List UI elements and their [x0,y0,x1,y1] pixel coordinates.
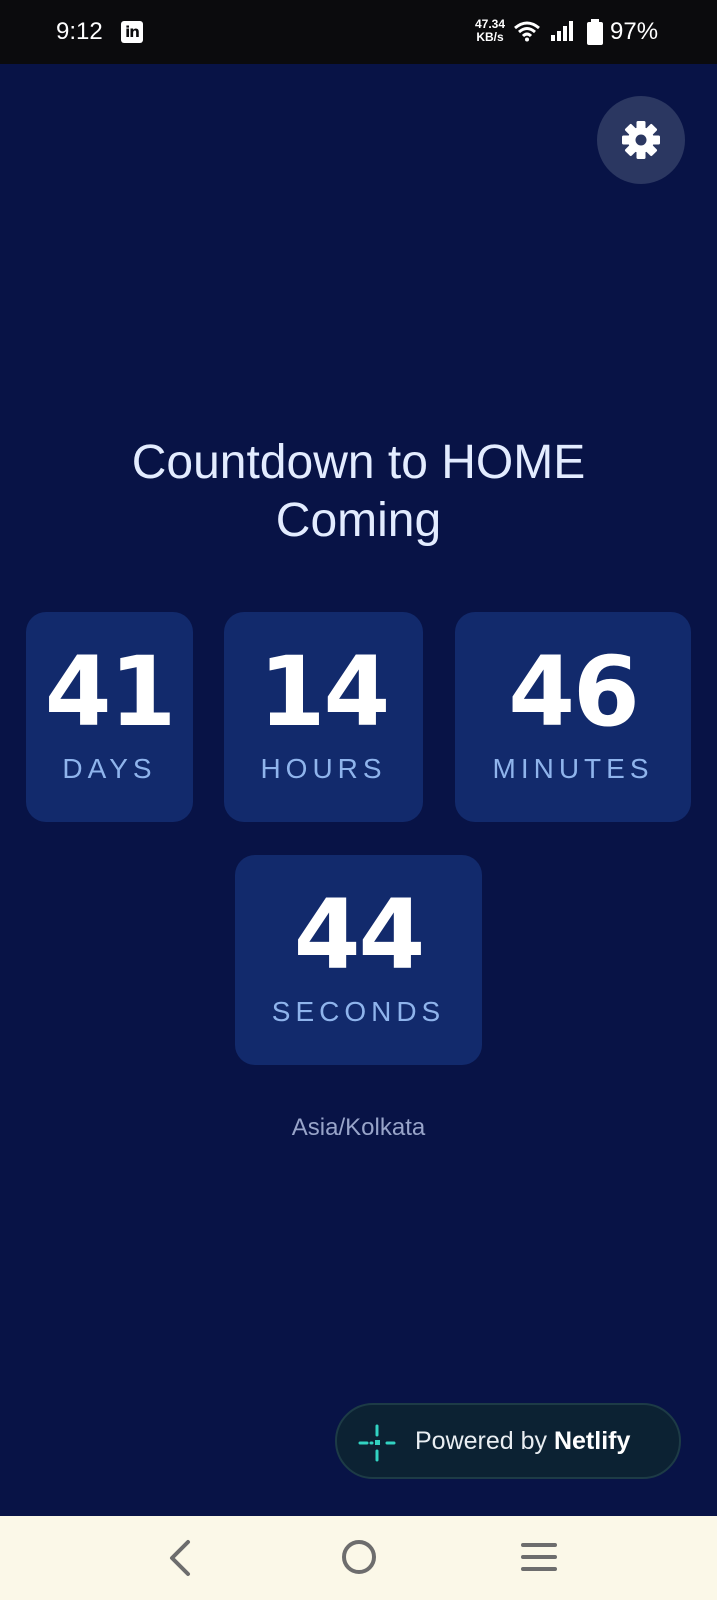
status-bar: 9:12 in 47.34 KB/s 97% [0,0,717,64]
countdown-hours-label: HOURS [260,753,387,784]
settings-button[interactable] [597,96,685,184]
countdown-days-card: 41 DAYS [26,612,193,822]
wifi-icon [514,21,540,42]
netlify-badge-link[interactable]: Powered by Netlify [335,1403,681,1479]
system-nav-bar [0,1516,717,1600]
timezone-label: Asia/Kolkata [291,1114,426,1141]
countdown-days-value: 41 [44,636,177,748]
network-speed-unit: KB/s [476,30,504,44]
page-title-line2: Coming [275,494,442,547]
netlify-badge-prefix: Powered by [415,1427,554,1455]
network-speed: 47.34 KB/s [469,18,511,44]
gear-icon [622,121,660,159]
netlify-badge-brand: Netlify [553,1427,631,1455]
countdown-minutes-value: 46 [508,636,640,748]
countdown-seconds-value: 44 [293,879,426,991]
linkedin-icon: in [121,21,143,43]
countdown-minutes-card: 46 MINUTES [455,612,691,822]
netlify-badge-text: Powered by Netlify [415,1427,630,1456]
netlify-icon [358,1424,396,1462]
countdown-hours-card: 14 HOURS [224,612,423,822]
back-icon[interactable] [166,1536,194,1580]
page-title-line1: Countdown to HOME [131,436,586,489]
battery-icon [587,19,603,45]
countdown-minutes-label: MINUTES [492,753,654,784]
app-screen: 9:12 in 47.34 KB/s 97% Countdown to HOME… [0,0,717,1600]
status-time: 9:12 [56,18,103,45]
page-title: Countdown to HOME Coming [40,434,677,550]
signal-icon [551,21,573,41]
battery-percent: 97% [610,18,659,45]
countdown-hours-value: 14 [258,636,391,748]
countdown-seconds-label: SECONDS [271,996,446,1027]
countdown-days-label: DAYS [62,753,157,784]
countdown-seconds-card: 44 SECONDS [235,855,482,1065]
recents-menu-icon[interactable] [520,1542,558,1572]
home-icon[interactable] [340,1538,378,1576]
